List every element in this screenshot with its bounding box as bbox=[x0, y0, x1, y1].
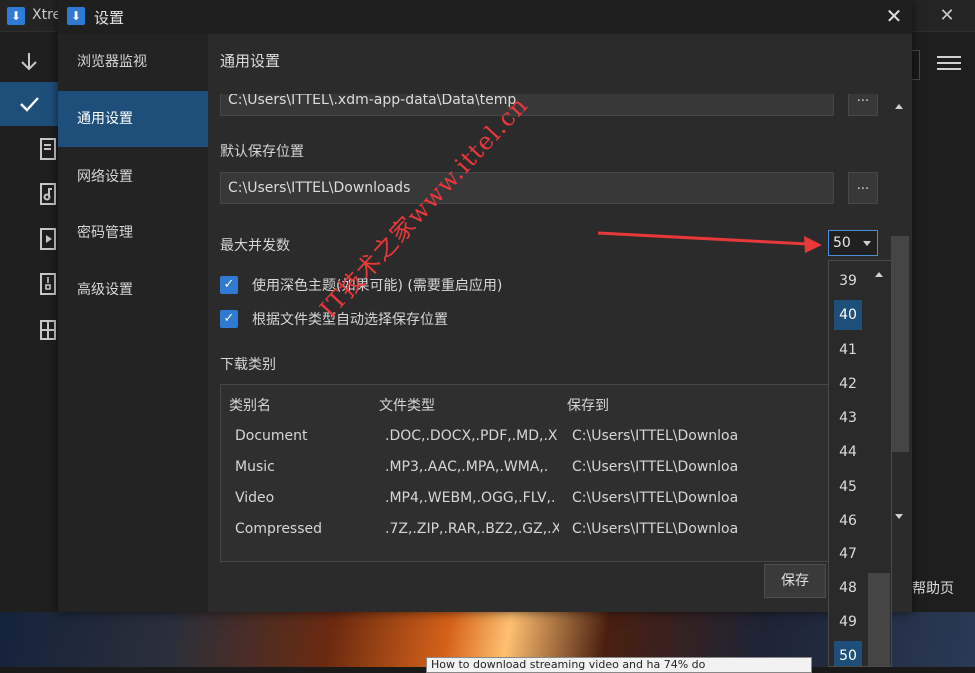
table-cell-save-to: C:\Users\ITTEL\Downloa bbox=[572, 459, 739, 475]
background-app-title: Xtre bbox=[32, 7, 62, 23]
dropdown-option[interactable]: 48 bbox=[834, 573, 862, 603]
dialog-title: 设置 bbox=[94, 9, 125, 27]
dropdown-option[interactable]: 49 bbox=[834, 607, 862, 637]
table-cell-save-to: C:\Users\ITTEL\Downloa bbox=[572, 428, 739, 444]
max-concurrent-dropdown-list: 39 40 41 42 43 44 45 46 47 48 49 50 bbox=[828, 260, 892, 667]
sidebar-completed-check-icon[interactable] bbox=[0, 82, 58, 126]
categories-table: 类别名 文件类型 保存到 Document .DOC,.DOCX,.PDF,.M… bbox=[220, 384, 834, 562]
settings-content: 通用设置 C:\Users\ITTEL\.xdm-app-data\Data\t… bbox=[208, 34, 912, 612]
table-cell-save-to: C:\Users\ITTEL\Downloa bbox=[572, 521, 739, 537]
sidebar-downloads-arrow-icon[interactable] bbox=[0, 40, 58, 84]
scroll-up-arrow-icon[interactable] bbox=[895, 104, 903, 109]
table-cell-file-types: .MP3,.AAC,.MPA,.WMA,. bbox=[385, 459, 549, 475]
table-cell-category: Compressed bbox=[235, 521, 323, 537]
settings-titlebar: ⬇ 设置 ✕ bbox=[58, 0, 912, 34]
section-title: 通用设置 bbox=[220, 52, 281, 70]
dark-theme-checkbox[interactable]: ✓ bbox=[220, 276, 238, 294]
max-concurrent-label: 最大并发数 bbox=[220, 238, 290, 254]
dropdown-scroll-up-icon[interactable] bbox=[875, 272, 883, 277]
sidebar-music-icon[interactable] bbox=[38, 182, 58, 206]
dropdown-option[interactable]: 45 bbox=[834, 472, 862, 502]
table-cell-file-types: .7Z,.ZIP,.RAR,.BZ2,.GZ,.X bbox=[385, 521, 559, 537]
settings-scrollbar[interactable] bbox=[890, 94, 910, 562]
background-search-input-edge[interactable] bbox=[912, 50, 920, 80]
default-save-location-label: 默认保存位置 bbox=[220, 144, 304, 160]
help-page-link[interactable]: 帮助页 bbox=[912, 578, 954, 598]
nav-advanced-settings[interactable]: 高级设置 bbox=[58, 262, 208, 318]
dropdown-scrollbar-thumb[interactable] bbox=[868, 573, 890, 666]
auto-location-checkbox[interactable]: ✓ bbox=[220, 310, 238, 328]
table-cell-category: Video bbox=[235, 490, 275, 506]
scroll-down-arrow-icon[interactable] bbox=[895, 514, 903, 519]
background-close-icon[interactable]: ✕ bbox=[935, 4, 959, 28]
dropdown-option[interactable]: 46 bbox=[834, 506, 862, 536]
dropdown-option-hovered[interactable]: 40 bbox=[834, 300, 862, 330]
table-cell-file-types: .MP4,.WEBM,.OGG,.FLV,. bbox=[385, 490, 556, 506]
table-header-category: 类别名 bbox=[229, 398, 271, 414]
nav-browser-monitoring[interactable]: 浏览器监视 bbox=[58, 34, 208, 90]
table-cell-category: Music bbox=[235, 459, 275, 475]
sidebar-document-icon[interactable] bbox=[38, 137, 58, 161]
table-cell-file-types: .DOC,.DOCX,.PDF,.MD,.X bbox=[385, 428, 558, 444]
table-cell-category: Document bbox=[235, 428, 308, 444]
dropdown-option-selected[interactable]: 50 bbox=[834, 641, 862, 666]
background-sidebar bbox=[0, 32, 58, 612]
temp-folder-browse-button[interactable]: ... bbox=[848, 94, 878, 116]
dropdown-option[interactable]: 47 bbox=[834, 539, 862, 569]
auto-location-label: 根据文件类型自动选择保存位置 bbox=[252, 312, 448, 328]
default-save-path-input[interactable]: C:\Users\ITTEL\Downloads bbox=[220, 172, 834, 204]
nav-password-manager[interactable]: 密码管理 bbox=[58, 205, 208, 261]
download-categories-label: 下载类别 bbox=[220, 357, 276, 373]
settings-nav: 浏览器监视 通用设置 网络设置 密码管理 高级设置 bbox=[58, 34, 208, 612]
dropdown-scrollbar[interactable] bbox=[867, 261, 891, 666]
background-tooltip: How to download streaming video and ha 7… bbox=[426, 657, 812, 673]
sidebar-app-grid-icon[interactable] bbox=[38, 318, 58, 342]
sidebar-video-icon[interactable] bbox=[38, 227, 58, 251]
chevron-down-icon bbox=[863, 241, 871, 246]
scrollbar-thumb[interactable] bbox=[891, 236, 909, 452]
dropdown-option[interactable]: 43 bbox=[834, 403, 862, 433]
settings-dialog: ⬇ 设置 ✕ 浏览器监视 通用设置 网络设置 密码管理 高级设置 通用设置 C:… bbox=[58, 0, 912, 612]
save-button[interactable]: 保存 bbox=[764, 564, 826, 598]
dropdown-option[interactable]: 44 bbox=[834, 437, 862, 467]
app-download-icon: ⬇ bbox=[7, 7, 25, 25]
max-concurrent-value: 50 bbox=[833, 235, 851, 251]
sidebar-compressed-icon[interactable] bbox=[38, 272, 58, 296]
dialog-close-icon[interactable]: ✕ bbox=[882, 4, 906, 28]
dropdown-option[interactable]: 42 bbox=[834, 369, 862, 399]
max-concurrent-select[interactable]: 50 bbox=[828, 230, 878, 256]
table-header-save-to: 保存到 bbox=[567, 398, 609, 414]
default-save-browse-button[interactable]: ... bbox=[848, 172, 878, 204]
nav-general-settings[interactable]: 通用设置 bbox=[58, 91, 208, 147]
hamburger-menu-icon[interactable] bbox=[937, 52, 961, 72]
dropdown-option[interactable]: 39 bbox=[834, 266, 862, 296]
nav-network-settings[interactable]: 网络设置 bbox=[58, 149, 208, 205]
dropdown-option[interactable]: 41 bbox=[834, 335, 862, 365]
app-download-icon: ⬇ bbox=[67, 7, 85, 25]
table-cell-save-to: C:\Users\ITTEL\Downloa bbox=[572, 490, 739, 506]
table-header-file-types: 文件类型 bbox=[379, 398, 435, 414]
settings-scroll-area: C:\Users\ITTEL\.xdm-app-data\Data\temp .… bbox=[208, 94, 912, 562]
